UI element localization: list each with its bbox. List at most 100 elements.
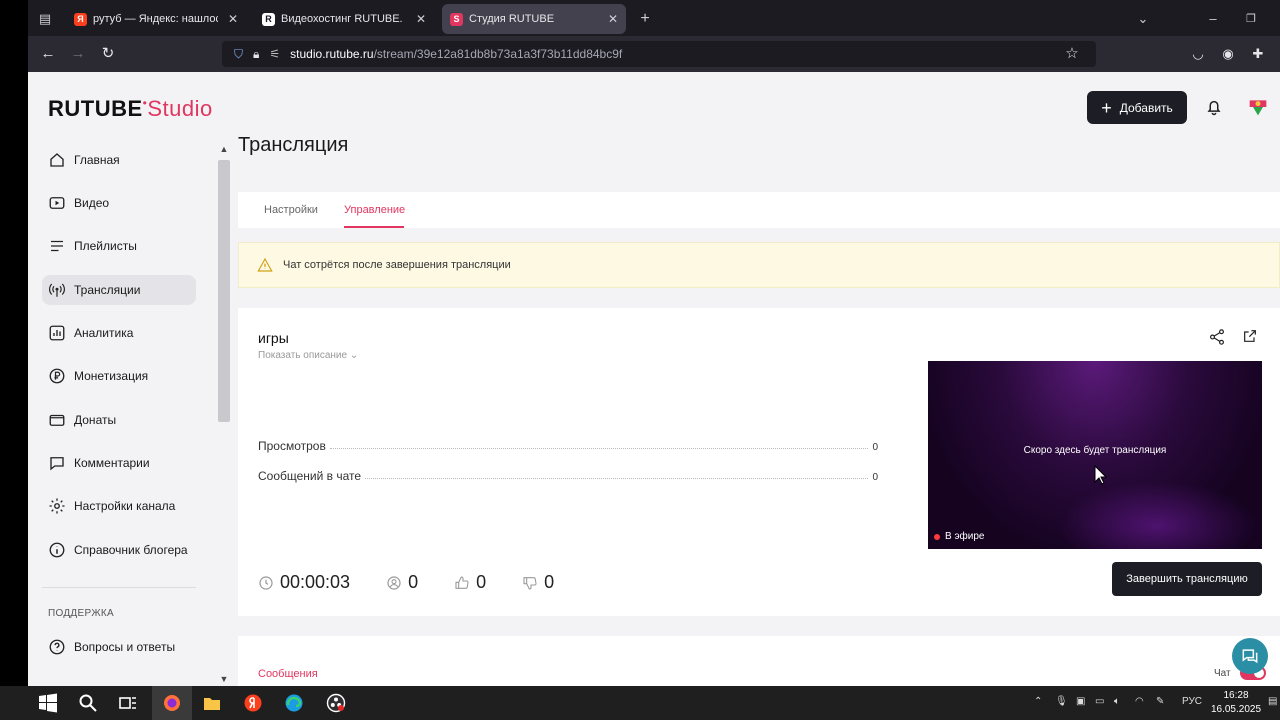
tab-title: Студия RUTUBE	[469, 13, 555, 25]
studio-favicon-icon: S	[450, 12, 463, 26]
on-air-label: В эфире	[945, 531, 985, 542]
obs-icon[interactable]	[326, 693, 346, 713]
close-tab-icon[interactable]: ✕	[228, 12, 238, 26]
minimize-icon[interactable]: –	[1202, 8, 1224, 30]
metric-viewers: 0	[386, 572, 418, 593]
tab-overflow-chevron-icon[interactable]: ⌄	[1132, 8, 1154, 30]
stream-preview[interactable]: Скоро здесь будет трансляция В эфире	[928, 361, 1262, 549]
show-description-link[interactable]: Показать описание ⌄	[258, 350, 358, 361]
sidebar-item-faq[interactable]: Вопросы и ответы	[42, 632, 196, 662]
windows-start-icon[interactable]	[38, 693, 58, 713]
wifi-icon[interactable]: ◠	[1135, 696, 1144, 707]
studio-page: RUTUBE•Studio + Добавить Главная Видео П…	[28, 72, 1280, 686]
bookmark-star-icon[interactable]: ☆	[1062, 44, 1082, 64]
account-icon[interactable]: ◉	[1218, 44, 1238, 64]
viewer-icon	[387, 575, 401, 590]
shield-icon[interactable]: ⛉	[234, 47, 243, 62]
sidebar-item-donations[interactable]: Донаты	[42, 405, 196, 435]
volume-muted-icon[interactable]: 🔈︎	[1114, 696, 1120, 707]
stat-views: Просмотров 0	[258, 437, 878, 453]
plus-icon: +	[1101, 97, 1112, 118]
analytics-icon	[49, 325, 65, 341]
microphone-icon[interactable]: 🎙︎	[1055, 696, 1068, 707]
file-explorer-icon[interactable]	[202, 693, 222, 713]
close-tab-icon[interactable]: ✕	[608, 12, 618, 26]
mouse-cursor-icon	[1094, 465, 1108, 485]
firefox-icon[interactable]	[162, 693, 182, 713]
page-title: Трансляция	[238, 134, 349, 156]
warning-icon	[257, 257, 273, 272]
edge-icon[interactable]	[284, 693, 304, 713]
stream-metrics: 00:00:03 0 0 0	[258, 572, 590, 593]
usb-icon[interactable]: ▣	[1076, 696, 1085, 707]
sidebar-item-broadcasts[interactable]: Трансляции	[42, 275, 196, 305]
close-tab-icon[interactable]: ✕	[416, 12, 426, 26]
forward-icon[interactable]: →	[68, 44, 88, 64]
ruble-icon	[49, 368, 65, 384]
sidebar-item-channel-settings[interactable]: Настройки канала	[42, 491, 196, 521]
sidebar-item-playlists[interactable]: Плейлисты	[42, 231, 196, 261]
windows-taskbar: ⌃ 🎙︎ ▣ ▭ 🔈︎ ◠ ✎ РУС 16:28 16.05.2025 ▤	[0, 686, 1280, 720]
sidebar-item-analytics[interactable]: Аналитика	[42, 318, 196, 348]
battery-icon[interactable]: ▭	[1095, 696, 1104, 707]
sidebar-item-home[interactable]: Главная	[42, 145, 196, 175]
support-chat-button[interactable]	[1232, 638, 1268, 674]
add-button[interactable]: + Добавить	[1087, 91, 1187, 124]
new-tab-icon[interactable]: +	[634, 8, 656, 30]
tab-list-icon[interactable]: ▤	[34, 8, 56, 30]
taskbar-clock[interactable]: 16:28 16.05.2025	[1210, 689, 1262, 717]
sidebar-item-label: Настройки канала	[74, 499, 176, 513]
yandex-browser-icon[interactable]	[243, 693, 263, 713]
sidebar-item-label: Аналитика	[74, 326, 134, 340]
sidebar-item-video[interactable]: Видео	[42, 188, 196, 218]
end-stream-button[interactable]: Завершить трансляцию	[1112, 562, 1262, 596]
scroll-down-arrow-icon[interactable]: ▼	[218, 674, 230, 684]
sidebar-section-support: ПОДДЕРЖКА	[48, 608, 114, 619]
sidebar-scrollbar[interactable]	[218, 160, 230, 422]
back-icon[interactable]: ←	[38, 44, 58, 64]
pocket-icon[interactable]: ◡	[1188, 44, 1208, 64]
info-icon	[49, 542, 65, 558]
permissions-icon[interactable]: ⚟	[269, 47, 280, 61]
sidebar-item-monetization[interactable]: Монетизация	[42, 361, 196, 391]
stream-tabs: Настройки Управление	[238, 192, 1280, 228]
share-icon[interactable]	[1208, 328, 1226, 346]
browser-tab-yandex[interactable]: Я рутуб — Яндекс: нашлось 3 млн ✕	[66, 4, 246, 34]
chat-warning-banner: Чат сотрётся после завершения трансляции	[238, 242, 1280, 288]
address-bar[interactable]: ⛉ 🔒︎ ⚟ studio.rutube.ru/stream/39e12a81d…	[222, 41, 1096, 67]
lock-icon[interactable]: 🔒︎	[253, 47, 259, 62]
avatar[interactable]	[1248, 97, 1268, 117]
sidebar-item-comments[interactable]: Комментарии	[42, 448, 196, 478]
sidebar-item-label: Монетизация	[74, 369, 149, 383]
stat-chat-messages: Сообщений в чате 0	[258, 467, 878, 483]
support-chat-icon	[1242, 649, 1258, 664]
notifications-icon[interactable]: ▤	[1268, 696, 1277, 707]
language-indicator[interactable]: РУС	[1182, 696, 1202, 707]
sidebar-item-blogger-guide[interactable]: Справочник блогера	[42, 535, 196, 565]
bell-icon[interactable]	[1204, 97, 1224, 117]
tab-messages[interactable]: Сообщения	[258, 668, 318, 680]
browser-tab-rutube[interactable]: R Видеохостинг RUTUBE. Смотри ✕	[254, 4, 434, 34]
stream-card: игры Показать описание ⌄ Просмотров 0 Со…	[238, 308, 1280, 616]
viewers-value: 0	[408, 572, 419, 592]
scroll-up-arrow-icon[interactable]: ▲	[218, 144, 230, 154]
restore-icon[interactable]: ❐	[1240, 8, 1262, 30]
pen-icon[interactable]: ✎	[1156, 696, 1164, 707]
open-external-icon[interactable]	[1242, 328, 1258, 344]
reload-icon[interactable]: ↻	[98, 44, 118, 64]
task-view-icon[interactable]	[118, 693, 138, 713]
stat-value: 0	[872, 472, 878, 483]
home-icon	[50, 153, 64, 167]
tab-management[interactable]: Управление	[344, 204, 405, 216]
extensions-icon[interactable]: ✚	[1248, 44, 1268, 64]
comment-icon	[50, 457, 64, 471]
rutube-studio-logo[interactable]: RUTUBE•Studio	[48, 96, 213, 122]
studio-header: RUTUBE•Studio + Добавить	[28, 72, 1280, 142]
help-icon	[49, 639, 65, 655]
browser-tab-studio[interactable]: S Студия RUTUBE ✕	[442, 4, 626, 34]
tray-overflow-chevron-icon[interactable]: ⌃	[1034, 696, 1042, 707]
sidebar-item-label: Трансляции	[74, 283, 141, 297]
tab-settings[interactable]: Настройки	[264, 204, 318, 216]
search-icon[interactable]	[78, 693, 98, 713]
stat-value: 0	[872, 442, 878, 453]
